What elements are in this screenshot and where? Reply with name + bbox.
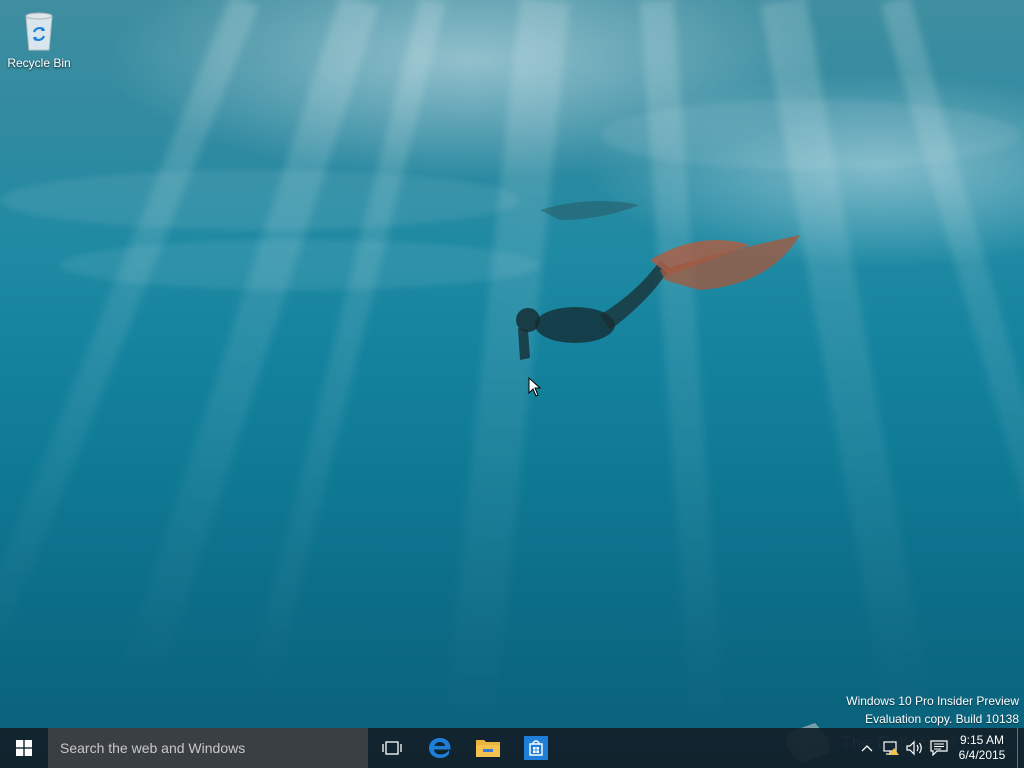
search-input[interactable]: Search the web and Windows [48,728,368,768]
light-ray [0,0,259,674]
chevron-up-icon [861,745,873,752]
watermark-build: Evaluation copy. Build 10138 [865,712,1019,726]
taskbar-clock[interactable]: 9:15 AM 6/4/2015 [951,733,1013,763]
desktop-background: Recycle Bin Windows 10 Pro Insider Previ… [0,0,1024,768]
show-desktop-button[interactable] [1017,728,1024,768]
network-button[interactable] [879,728,903,768]
surface-wave [0,170,520,230]
show-hidden-icons-button[interactable] [855,728,879,768]
system-tray: 9:15 AM 6/4/2015 [855,728,1024,768]
windows-logo-icon [16,740,32,756]
network-icon [883,741,899,755]
diver-image [516,201,800,360]
action-center-icon [930,740,948,756]
volume-button[interactable] [903,728,927,768]
edge-icon [429,738,451,758]
desktop-icon-label: Recycle Bin [7,56,71,70]
taskbar-store-button[interactable] [512,728,560,768]
action-center-button[interactable] [927,728,951,768]
task-view-button[interactable] [368,728,416,768]
taskbar-edge-button[interactable] [416,728,464,768]
taskbar-file-explorer-button[interactable] [464,728,512,768]
folder-icon [476,740,500,757]
start-button[interactable] [0,728,48,768]
mouse-pointer-icon [528,377,542,397]
search-placeholder: Search the web and Windows [60,740,246,756]
clock-time: 9:15 AM [959,733,1005,747]
taskbar: Search the web and Windows 9:15 AM 6/4/2… [0,728,1024,768]
desktop-icon-recycle-bin[interactable]: Recycle Bin [6,8,72,70]
clock-date: 6/4/2015 [958,748,1006,762]
watermark-edition: Windows 10 Pro Insider Preview [846,694,1019,708]
surface-wave [60,240,540,290]
volume-icon [906,740,922,756]
task-view-icon [382,741,402,755]
store-icon [524,736,548,760]
surface-wave [600,100,1020,170]
recycle-bin-icon [25,12,53,51]
evaluation-watermark: Windows 10 Pro Insider Preview Evaluatio… [846,692,1019,728]
